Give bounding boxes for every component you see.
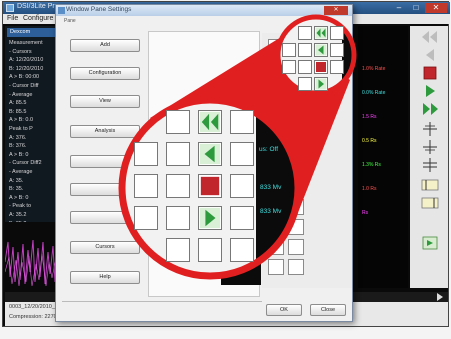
zoom-grid-cell[interactable] [230, 142, 254, 166]
zoom-grid-cell[interactable] [330, 26, 344, 40]
rewind-icon[interactable] [198, 110, 222, 134]
zoom-value-1: 833 Mv [260, 184, 282, 191]
zoom-grid-cell[interactable] [166, 142, 190, 166]
magnifier-overlay [118, 14, 357, 280]
stop-icon[interactable] [314, 60, 328, 74]
zoom-value-2: 833 Mv [260, 208, 282, 215]
zoom-grid-cell[interactable] [198, 238, 222, 262]
zoom-grid-cell[interactable] [166, 174, 190, 198]
back-icon[interactable] [198, 142, 222, 166]
zoom-grid-cell[interactable] [166, 110, 190, 134]
zoom-grid-cell[interactable] [166, 206, 190, 230]
screenshot-stage: DSI/3Lite Proc – □ ✕ File Configure Dexc… [0, 0, 451, 339]
zoom-grid-cell[interactable] [230, 110, 254, 134]
zoom-grid-cell[interactable] [298, 77, 312, 91]
zoom-grid-cell[interactable] [134, 174, 158, 198]
zoom-grid-cell[interactable] [230, 238, 254, 262]
zoom-grid-cell[interactable] [230, 206, 254, 230]
zoom-grid-cell[interactable] [330, 43, 344, 57]
zoom-grid-cell[interactable] [166, 238, 190, 262]
zoom-grid-cell[interactable] [134, 142, 158, 166]
zoom-grid-cell[interactable] [230, 174, 254, 198]
zoom-grid-cell[interactable] [298, 26, 312, 40]
play-icon[interactable] [198, 206, 222, 230]
zoom-status-text: us: Off [259, 146, 279, 153]
play-icon[interactable] [314, 77, 328, 91]
zoom-grid-cell[interactable] [298, 60, 312, 74]
zoom-grid-cell[interactable] [330, 60, 344, 74]
back-icon[interactable] [314, 43, 328, 57]
stop-icon[interactable] [198, 174, 222, 198]
rewind-icon[interactable] [314, 26, 328, 40]
zoom-grid-cell[interactable] [282, 60, 296, 74]
zoom-grid-cell[interactable] [282, 43, 296, 57]
zoom-grid-cell[interactable] [298, 43, 312, 57]
zoom-grid-cell[interactable] [134, 206, 158, 230]
